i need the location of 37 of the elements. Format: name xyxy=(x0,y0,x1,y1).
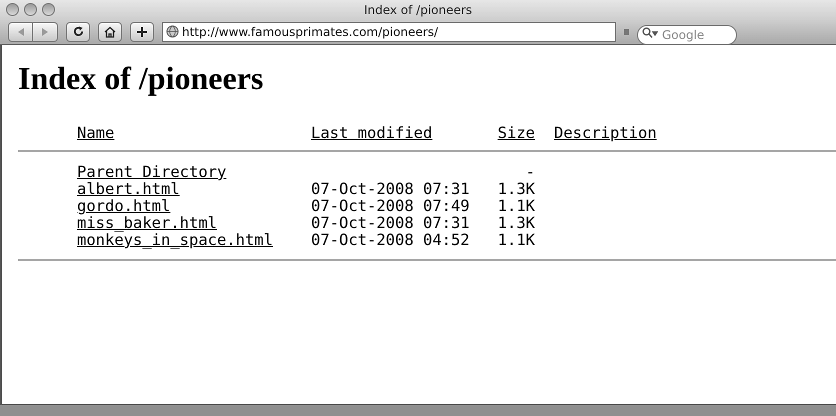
file-link[interactable]: gordo.html xyxy=(77,197,170,215)
column-header-link[interactable]: Name xyxy=(77,124,114,142)
plus-icon xyxy=(137,26,147,36)
home-button[interactable] xyxy=(98,22,122,42)
back-icon xyxy=(16,28,24,36)
file-size: 1.3K xyxy=(498,180,535,198)
forward-icon xyxy=(41,28,49,36)
file-size: 1.1K xyxy=(498,231,535,249)
file-link[interactable]: albert.html xyxy=(77,180,180,198)
reload-button[interactable] xyxy=(66,22,90,42)
modified-date: 07-Oct-2008 07:31 xyxy=(311,180,470,198)
file-link[interactable]: monkeys_in_space.html xyxy=(77,231,273,249)
window-control-icon[interactable] xyxy=(24,3,37,16)
window-control-icon[interactable] xyxy=(42,3,55,16)
back-button[interactable] xyxy=(8,22,33,42)
column-header-link[interactable]: Size xyxy=(498,124,535,142)
file-size: - xyxy=(526,163,535,181)
file-size: 1.1K xyxy=(498,197,535,215)
column-header-link[interactable]: Description xyxy=(554,124,657,142)
modified-date: 07-Oct-2008 07:49 xyxy=(311,197,470,215)
page-heading: Index of /pioneers xyxy=(18,59,264,98)
forward-button[interactable] xyxy=(33,22,58,42)
home-icon xyxy=(104,26,116,38)
reload-icon xyxy=(72,26,84,37)
search-field[interactable]: Google xyxy=(637,24,737,44)
column-header-link[interactable]: Last modified xyxy=(311,124,432,142)
modified-date: 07-Oct-2008 07:31 xyxy=(311,214,470,232)
file-link[interactable]: Parent Directory xyxy=(77,163,226,181)
search-icon xyxy=(642,26,658,38)
file-size: 1.3K xyxy=(498,214,535,232)
add-bookmark-button[interactable] xyxy=(130,22,154,42)
window-title: Index of /pioneers xyxy=(364,2,472,18)
file-link[interactable]: miss_baker.html xyxy=(77,214,217,232)
window-control-icon[interactable] xyxy=(6,3,19,16)
address-field[interactable]: http://www.famousprimates.com/pioneers/ xyxy=(162,22,616,42)
modified-date: 07-Oct-2008 04:52 xyxy=(311,231,470,249)
globe-icon xyxy=(166,25,179,38)
